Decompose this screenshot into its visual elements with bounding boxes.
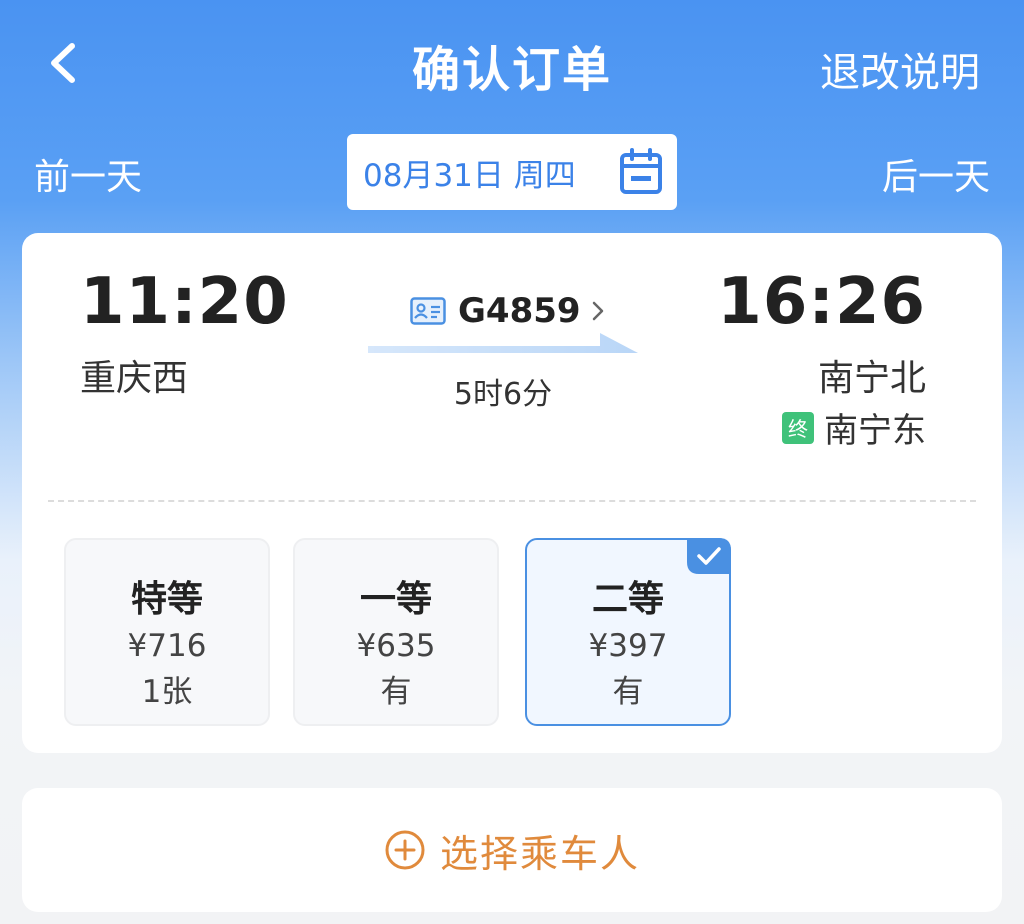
date-navigation: 前一天 08月31日 周四 后一天: [0, 134, 1024, 210]
seat-option-second-class[interactable]: 二等 ¥397 有: [525, 538, 731, 726]
seat-price: ¥635: [356, 628, 436, 664]
chevron-right-icon: [592, 301, 603, 321]
seat-class-name: 二等: [591, 579, 664, 620]
calendar-icon: [620, 148, 662, 194]
seat-availability: 有: [612, 674, 644, 710]
seat-price: ¥716: [127, 628, 207, 664]
travel-duration: 5时6分: [453, 377, 553, 412]
selected-date: 08月31日 周四: [363, 157, 576, 194]
terminal-station: 南宁东: [824, 411, 926, 451]
date-picker[interactable]: 08月31日 周四: [347, 134, 677, 210]
seat-option-business[interactable]: 特等 ¥716 1张: [64, 538, 270, 726]
header-bar: 确认订单 退改说明: [0, 0, 1024, 130]
direction-arrow-icon: [368, 333, 638, 353]
prev-day-button[interactable]: 前一天: [34, 148, 142, 200]
seat-availability: 有: [380, 674, 412, 710]
seat-availability: 1张: [141, 674, 193, 710]
train-number: G4859: [458, 291, 581, 331]
select-passenger-label: 选择乘车人: [439, 831, 640, 876]
terminal-info: 终 南宁东: [782, 403, 926, 452]
departure-station: 重庆西: [80, 358, 189, 399]
select-passenger-button[interactable]: 选择乘车人: [22, 788, 1002, 912]
seat-class-name: 特等: [130, 579, 203, 620]
seat-option-first-class[interactable]: 一等 ¥635 有: [293, 538, 499, 726]
checkmark-icon: [687, 538, 731, 574]
departure-time: 11:20: [80, 265, 289, 339]
add-circle-icon: [385, 830, 425, 870]
train-info-card: 11:20 重庆西 G4859 5时6分 16:26 南宁北 终 南宁东 特等 …: [22, 233, 1002, 753]
arrival-time: 16:26: [717, 265, 926, 339]
refund-rules-link[interactable]: 退改说明: [820, 40, 980, 98]
train-number-link[interactable]: G4859: [410, 291, 607, 331]
divider: [48, 500, 976, 502]
id-card-icon: [410, 297, 446, 325]
terminal-badge: 终: [782, 411, 814, 444]
seat-price: ¥397: [588, 628, 668, 664]
arrival-station: 南宁北: [817, 358, 926, 399]
seat-class-name: 一等: [359, 579, 432, 620]
next-day-button[interactable]: 后一天: [882, 148, 990, 200]
